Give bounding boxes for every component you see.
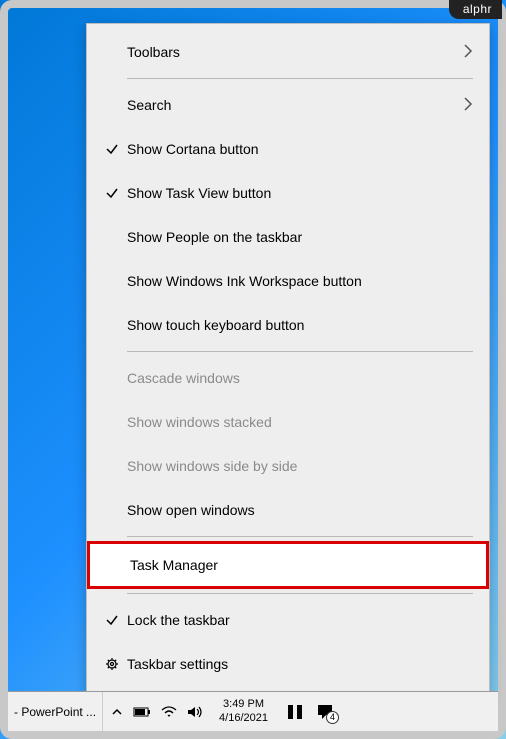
menu-label: Show open windows [127, 502, 473, 518]
menu-label: Show windows stacked [127, 414, 473, 430]
alphr-watermark: alphr [449, 0, 502, 19]
menu-label: Show touch keyboard button [127, 317, 473, 333]
menu-toolbars[interactable]: Toolbars [87, 30, 489, 74]
menu-show-cortana[interactable]: Show Cortana button [87, 127, 489, 171]
checkmark-icon [97, 185, 127, 201]
menu-label: Lock the taskbar [127, 612, 473, 628]
tray-overflow-icon[interactable] [111, 706, 123, 718]
menu-search[interactable]: Search [87, 83, 489, 127]
volume-icon[interactable] [187, 705, 203, 719]
menu-show-task-view[interactable]: Show Task View button [87, 171, 489, 215]
menu-label: Cascade windows [127, 370, 473, 386]
battery-icon[interactable] [133, 706, 151, 718]
checkmark-icon [97, 141, 127, 157]
separator [127, 351, 473, 352]
menu-taskbar-settings[interactable]: Taskbar settings [87, 642, 489, 686]
checkmark-icon [97, 612, 127, 628]
gear-icon [97, 656, 127, 672]
app-icon[interactable] [286, 703, 304, 721]
wifi-icon[interactable] [161, 706, 177, 718]
action-center-icon[interactable]: 4 [316, 703, 334, 721]
menu-label: Show People on the taskbar [127, 229, 473, 245]
separator [127, 593, 473, 594]
taskbar-date: 4/16/2021 [219, 712, 268, 725]
separator [127, 78, 473, 79]
menu-cascade: Cascade windows [87, 356, 489, 400]
menu-label: Task Manager [130, 557, 470, 573]
notification-count: 4 [326, 711, 339, 724]
chevron-right-icon [463, 43, 473, 62]
taskbar-app-powerpoint[interactable]: - PowerPoint ... [8, 692, 103, 731]
chevron-right-icon [463, 96, 473, 115]
taskbar-time: 3:49 PM [223, 698, 264, 711]
taskbar-right-icons: 4 [282, 703, 344, 721]
menu-lock-taskbar[interactable]: Lock the taskbar [87, 598, 489, 642]
taskbar-clock[interactable]: 3:49 PM 4/16/2021 [213, 698, 274, 724]
menu-label: Taskbar settings [127, 656, 473, 672]
taskbar-context-menu: Toolbars Search Show Cortana button Show… [86, 23, 490, 693]
taskbar: - PowerPoint ... 3:49 PM 4/16/2021 4 [8, 691, 498, 731]
menu-stacked: Show windows stacked [87, 400, 489, 444]
menu-task-manager[interactable]: Task Manager [87, 541, 489, 589]
menu-label: Show Cortana button [127, 141, 473, 157]
menu-show-ink[interactable]: Show Windows Ink Workspace button [87, 259, 489, 303]
menu-label: Show Task View button [127, 185, 473, 201]
system-tray: 3:49 PM 4/16/2021 [103, 692, 282, 731]
separator [127, 536, 473, 537]
menu-label: Toolbars [127, 44, 463, 60]
menu-label: Search [127, 97, 463, 113]
menu-label: Show Windows Ink Workspace button [127, 273, 473, 289]
menu-label: Show windows side by side [127, 458, 473, 474]
menu-open-windows[interactable]: Show open windows [87, 488, 489, 532]
menu-show-people[interactable]: Show People on the taskbar [87, 215, 489, 259]
menu-side-by-side: Show windows side by side [87, 444, 489, 488]
menu-show-touch-kb[interactable]: Show touch keyboard button [87, 303, 489, 347]
